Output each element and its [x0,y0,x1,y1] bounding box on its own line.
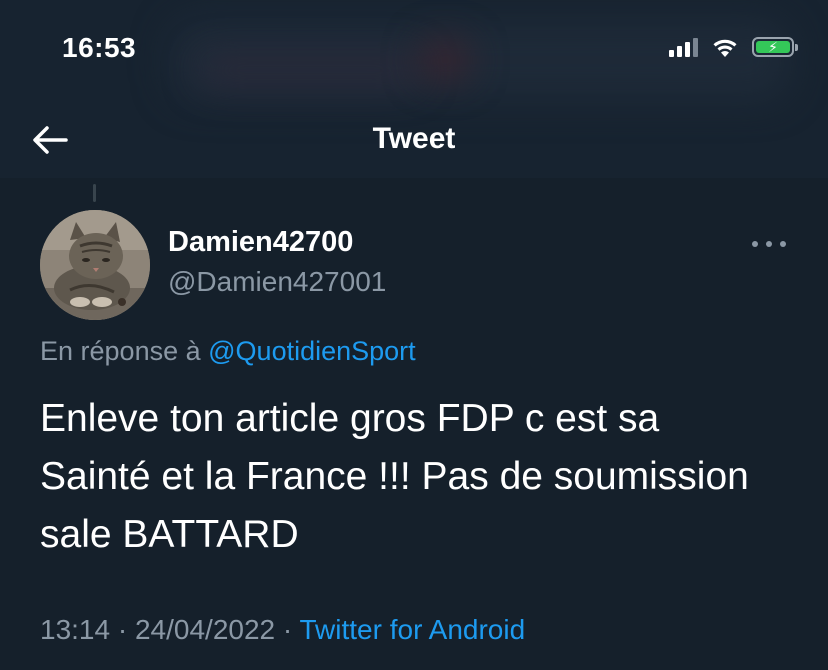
battery-level: ⚡ [756,39,790,55]
signal-icon [669,37,698,57]
reply-context: En réponse à @QuotidienSport [40,336,416,367]
tweet-metadata: 13:14 · 24/04/2022 · Twitter for Android [40,614,525,646]
status-bar-time: 16:53 [62,32,137,63]
charging-bolt-icon: ⚡ [768,39,778,55]
reply-mention-link[interactable]: @QuotidienSport [208,336,416,366]
blurred-banner-shape [420,40,470,80]
author-handle[interactable]: @Damien427001 [168,266,386,298]
tweet-date: 24/04/2022 [134,614,276,645]
wifi-icon [713,39,737,57]
status-bar-icons: ⚡ [669,36,798,58]
meta-separator: · [282,614,293,645]
thread-connector-line [93,184,96,202]
avatar[interactable] [40,210,150,320]
page-title: Tweet [372,122,456,155]
battery-icon: ⚡ [752,37,798,57]
meta-separator: · [117,614,128,645]
reply-prefix: En réponse à [40,336,201,366]
more-horizontal-icon [752,241,758,247]
tweet-time: 13:14 [40,614,111,645]
blurred-banner-shape [200,55,420,85]
tweet-text: Enleve ton article gros FDP c est sa Sai… [40,397,749,556]
more-options-button[interactable] [752,234,786,254]
tweet-detail-screen: 16:53 ⚡ Tweet Damien42700 @Damien427001 … [0,0,828,670]
cat-avatar-image [40,210,150,320]
author-display-name[interactable]: Damien42700 [168,226,353,259]
more-horizontal-icon [780,241,786,247]
more-horizontal-icon [766,241,772,247]
tweet-source-link[interactable]: Twitter for Android [300,614,526,645]
